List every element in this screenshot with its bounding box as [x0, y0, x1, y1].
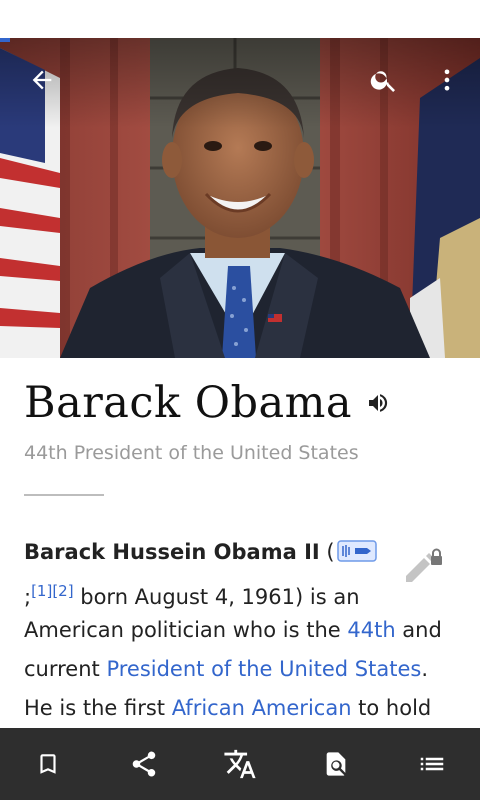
reference-link[interactable]: [2]: [52, 582, 73, 600]
share-icon: [132, 751, 156, 777]
article-body: Barack Hussein Obama II ( ;[1][2] born A…: [24, 533, 454, 728]
text-span: and: [395, 618, 442, 642]
article-line: Barack Hussein Obama II (: [24, 533, 454, 572]
page-title: Barack Obama: [24, 378, 353, 428]
title-divider: [24, 494, 104, 496]
search-button[interactable]: [362, 58, 406, 102]
arrow-left-icon: [32, 70, 52, 90]
text-span: He is the first: [24, 696, 172, 720]
back-button[interactable]: [20, 58, 64, 102]
edit-locked-button[interactable]: [402, 546, 444, 584]
article-line: current President of the United States.: [24, 650, 454, 689]
article-line: He is the first African American to hold: [24, 689, 454, 728]
article-link[interactable]: African American: [172, 696, 352, 720]
text-span: .: [421, 657, 429, 681]
lead-image[interactable]: [0, 38, 480, 358]
more-options-button[interactable]: [425, 58, 469, 102]
text-span: current: [24, 657, 107, 681]
more-vert-icon: [444, 69, 450, 91]
article-line: American politician who is the 44th and: [24, 611, 454, 650]
search-icon: [370, 71, 395, 92]
text-span: to hold: [351, 696, 432, 720]
pencil-lock-icon: [406, 548, 442, 582]
status-bar: [0, 0, 480, 38]
table-of-contents-icon: [420, 757, 444, 771]
table-of-contents-button[interactable]: [384, 728, 480, 800]
text-span: (: [319, 540, 335, 564]
page-description: 44th President of the United States: [24, 442, 359, 464]
article-line: ;[1][2] born August 4, 1961) is an: [24, 572, 454, 611]
change-language-button[interactable]: [192, 728, 288, 800]
save-page-button[interactable]: [0, 728, 96, 800]
text-span: born August 4, 1961) is an: [73, 585, 360, 609]
article-lead-name: Barack Hussein Obama II: [24, 540, 320, 564]
share-button[interactable]: [96, 728, 192, 800]
article-link[interactable]: President of the United States: [106, 657, 421, 681]
reference-link[interactable]: [1]: [31, 582, 52, 600]
text-span: American politician who is the: [24, 618, 348, 642]
page-load-indicator: [0, 38, 10, 42]
translate-icon: [224, 749, 256, 779]
bookmark-icon: [40, 754, 56, 774]
find-in-page-icon: [326, 752, 346, 776]
pronunciation-button[interactable]: [366, 391, 390, 415]
speaker-icon: [369, 394, 388, 412]
article-link[interactable]: 44th: [347, 618, 395, 642]
find-in-page-button[interactable]: [288, 728, 384, 800]
bottom-toolbar: [0, 728, 480, 800]
ipa-audio-icon[interactable]: [336, 536, 377, 562]
title-row: Barack Obama: [24, 378, 390, 428]
image-top-shade: [0, 38, 480, 128]
